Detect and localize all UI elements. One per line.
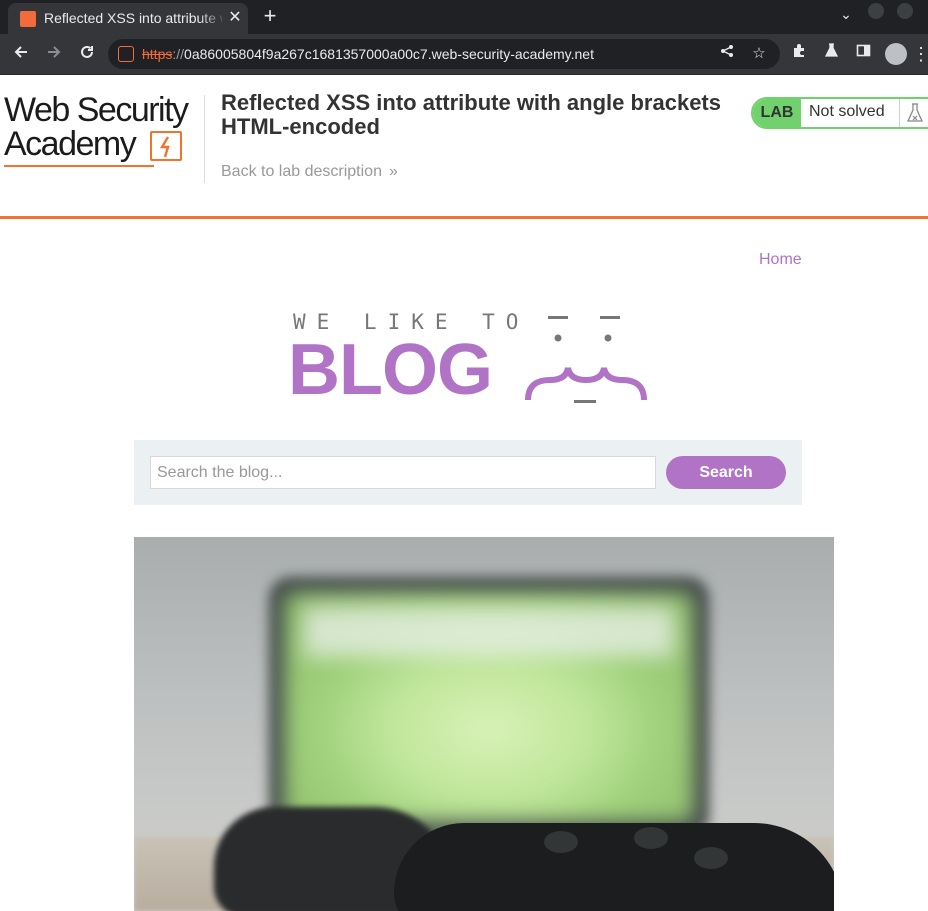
header-divider	[204, 95, 205, 183]
browser-tab-strip: Reflected XSS into attribute with angle …	[0, 0, 928, 34]
lab-badge: LAB	[753, 99, 801, 127]
portswigger-favicon-icon	[20, 11, 36, 27]
bookmark-star-icon[interactable]: ☆	[748, 43, 770, 65]
forward-icon[interactable]	[42, 42, 66, 66]
blog-search-panel: Search	[134, 440, 802, 505]
address-bar[interactable]: https://0a86005804f9a267c1681357000a00c7…	[108, 39, 780, 69]
side-panel-icon[interactable]	[851, 42, 875, 66]
url-text: https://0a86005804f9a267c1681357000a00c7…	[142, 46, 594, 62]
nav-home-link[interactable]: Home	[759, 251, 802, 269]
browser-toolbar: https://0a86005804f9a267c1681357000a00c7…	[0, 34, 928, 75]
academy-lab-header: Web Security Academy Reflected XSS into …	[0, 75, 928, 219]
site-info-icon[interactable]	[118, 46, 134, 62]
flask-icon	[899, 99, 928, 127]
double-chevron-right-icon: »	[389, 163, 398, 180]
menu-icon[interactable]: ⋮	[912, 42, 928, 66]
web-security-academy-logo[interactable]: Web Security Academy	[4, 93, 204, 167]
labs-flask-icon[interactable]	[819, 42, 843, 66]
lab-status-text: Not solved	[809, 103, 885, 120]
share-icon[interactable]	[716, 43, 738, 65]
window-maximize-button[interactable]	[897, 3, 913, 19]
back-to-lab-description-link[interactable]: Back to lab description	[221, 163, 382, 181]
we-like-to-blog-logo: WE LIKE TO BLOG	[288, 308, 650, 410]
extensions-icon[interactable]	[787, 42, 811, 66]
search-input[interactable]	[150, 456, 656, 489]
new-tab-button[interactable]: +	[258, 5, 282, 29]
blog-wordmark: BLOG	[288, 330, 493, 410]
game-controller-front	[394, 823, 834, 911]
lab-status-widget: LAB Not solved	[751, 97, 928, 129]
logo-bolt-icon	[150, 131, 182, 161]
window-minimize-button[interactable]	[868, 3, 884, 19]
reload-icon[interactable]	[75, 42, 99, 66]
tab-title: Reflected XSS into attribute with angle …	[44, 10, 222, 26]
tab-close-icon[interactable]: ✕	[226, 9, 244, 27]
curly-brace-face-icon	[525, 316, 647, 403]
search-button[interactable]: Search	[666, 456, 786, 489]
blog-post-image[interactable]	[134, 537, 834, 911]
lab-title: Reflected XSS into attribute with angle …	[221, 90, 721, 139]
back-icon[interactable]	[9, 42, 33, 66]
profile-avatar-icon[interactable]	[885, 43, 907, 65]
tab-search-chevron-icon[interactable]: ⌄	[836, 2, 856, 26]
browser-tab-active[interactable]: Reflected XSS into attribute with angle …	[8, 3, 248, 34]
